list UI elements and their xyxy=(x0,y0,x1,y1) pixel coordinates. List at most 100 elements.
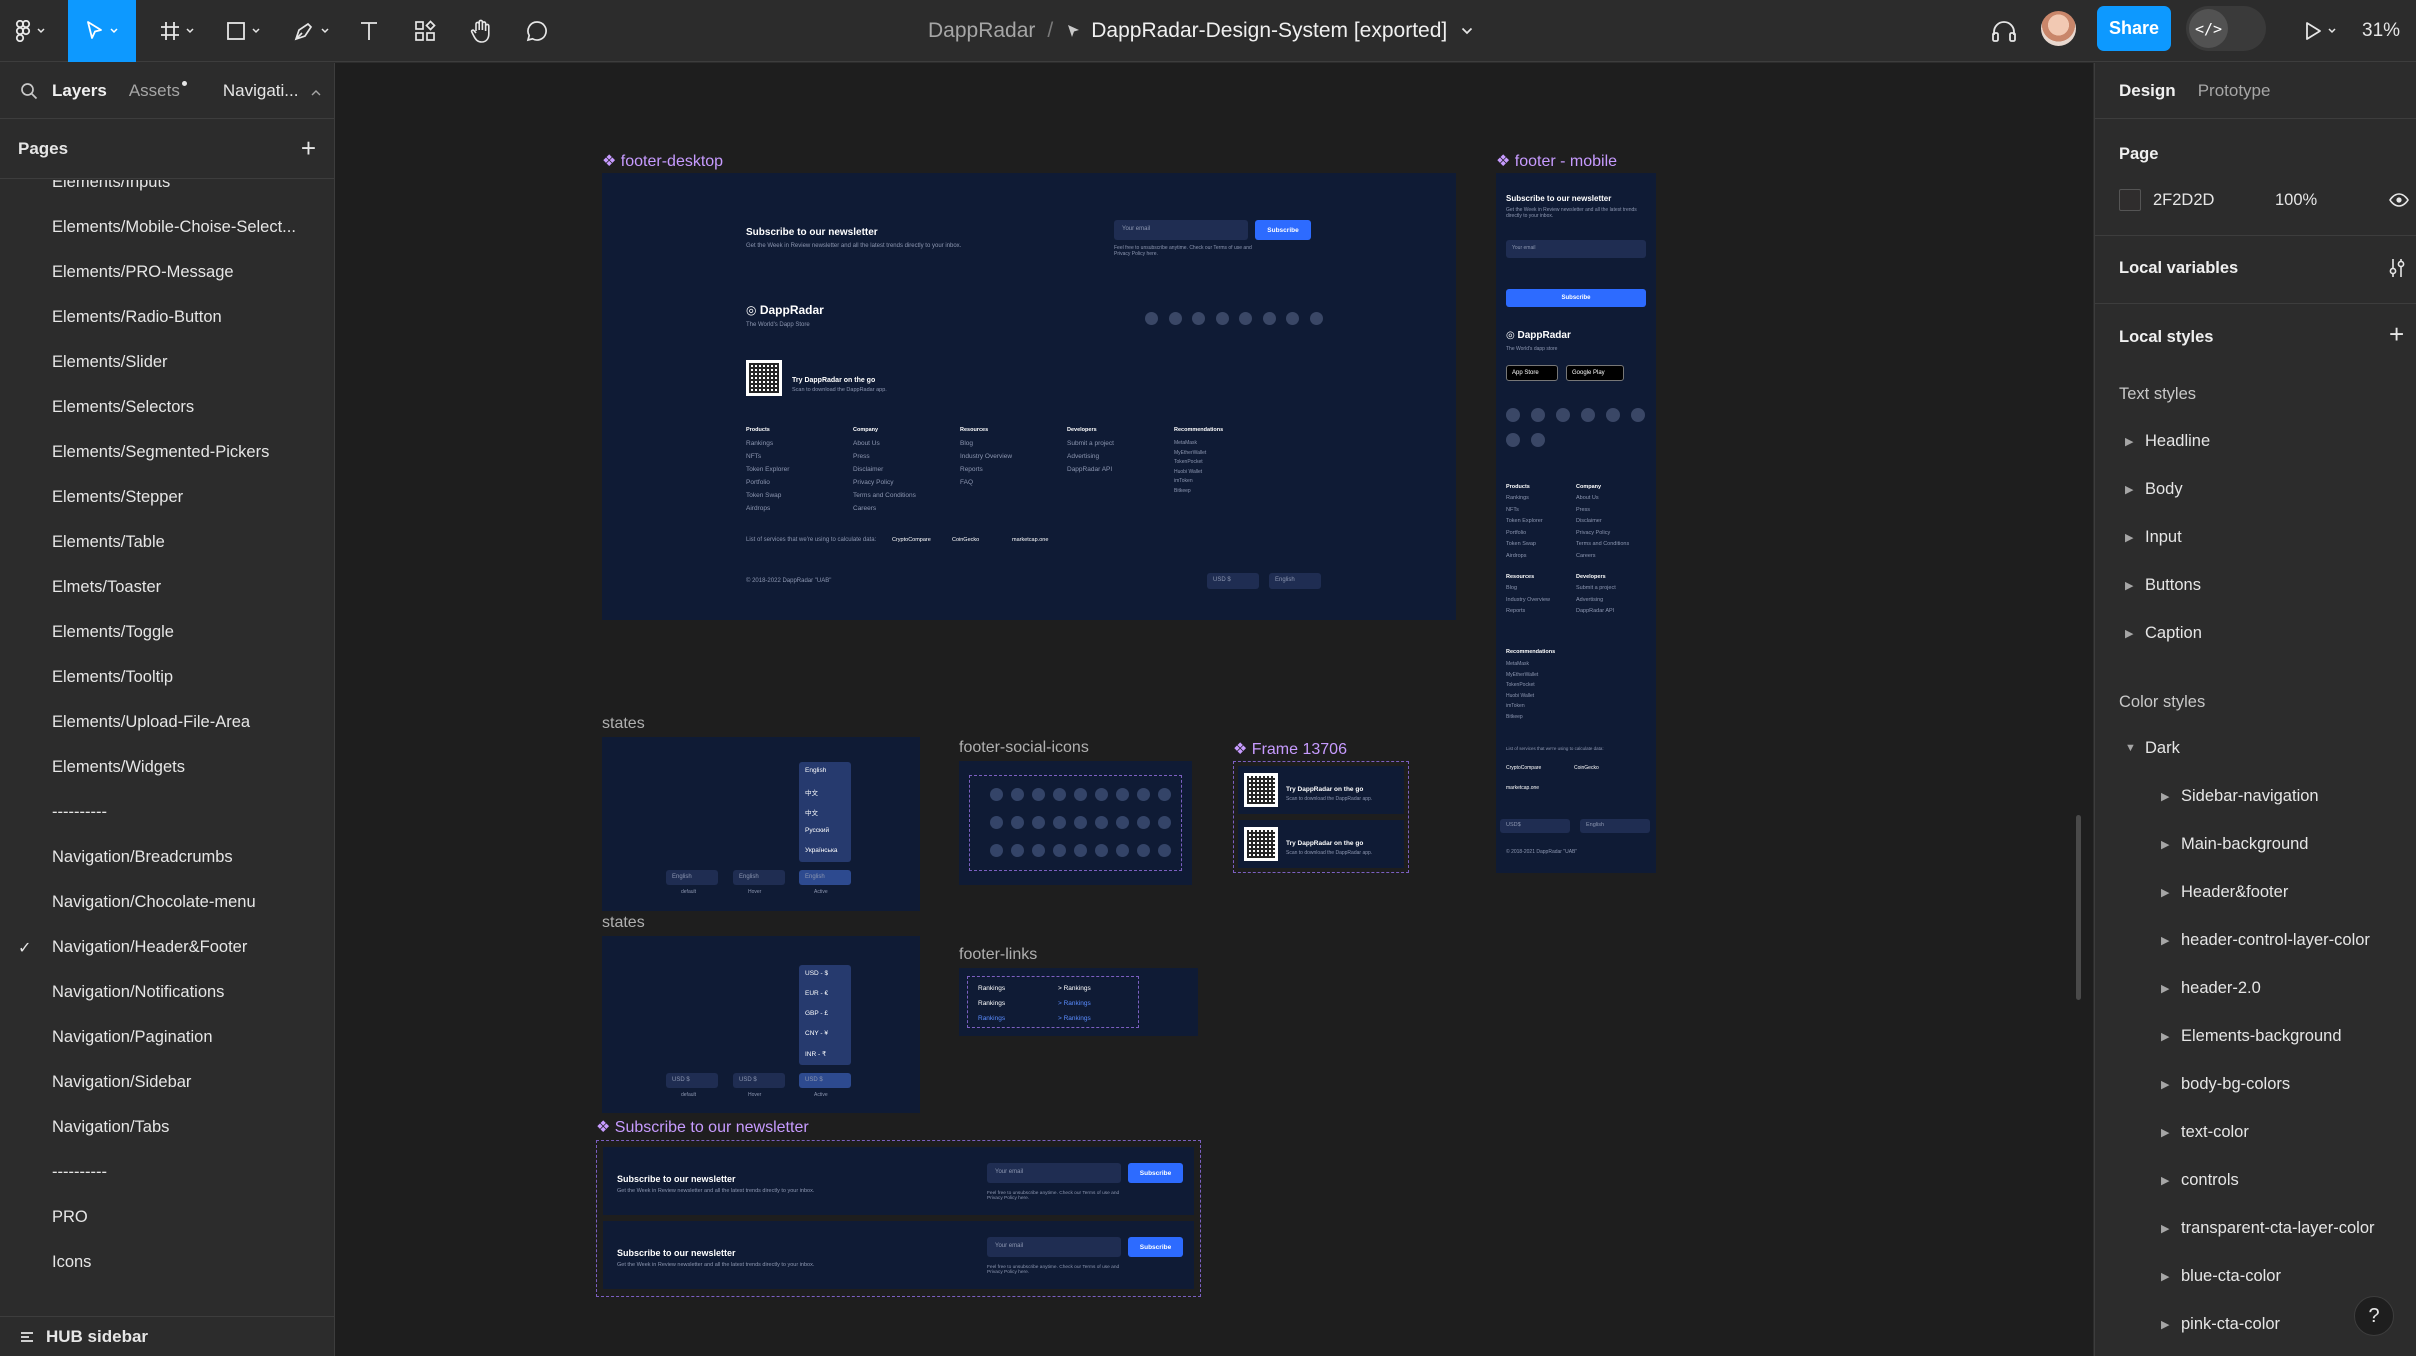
footer-link[interactable]: Reports xyxy=(1506,608,1525,614)
text-style-item[interactable]: ▶ Caption xyxy=(2119,618,2409,648)
page-list-item[interactable]: ---------- xyxy=(0,790,334,835)
footer-link[interactable]: Token Swap xyxy=(1506,541,1536,547)
dropdown-menu[interactable]: USD - $ EUR - € GBP - £ CNY - ¥ INR - ₹ xyxy=(799,965,851,1065)
page-list-item[interactable]: ---------- xyxy=(0,1150,334,1195)
add-style-icon[interactable]: + xyxy=(2389,319,2404,350)
page-list-item[interactable]: Navigation/Tabs xyxy=(0,1105,334,1150)
page-list-item[interactable]: Elements/Toggle xyxy=(0,610,334,655)
footer-link[interactable]: NFTs xyxy=(746,453,761,460)
subscribe-component-set[interactable]: Subscribe to our newsletter Get the Week … xyxy=(596,1140,1201,1297)
footer-link[interactable]: Rankings xyxy=(746,440,773,447)
canvas-scrollbar[interactable] xyxy=(2076,815,2081,1000)
color-style-item[interactable]: ▶ Elements-background xyxy=(2155,1021,2410,1051)
social-icon[interactable] xyxy=(1239,312,1252,325)
subscribe-variant[interactable]: Subscribe to our newsletter Get the Week … xyxy=(603,1221,1194,1289)
states-currency-frame[interactable]: USD - $ EUR - € GBP - £ CNY - ¥ INR - ₹ USD $… xyxy=(602,936,920,1113)
recommendation-link[interactable]: TokenPocket xyxy=(1506,682,1535,688)
dropdown-option[interactable]: CNY - ¥ xyxy=(805,1030,828,1037)
social-icon[interactable] xyxy=(1032,788,1045,801)
footer-link[interactable]: Submit a project xyxy=(1067,440,1114,447)
dropdown-option[interactable]: 中文 xyxy=(805,787,818,797)
state-select[interactable]: USD $ xyxy=(799,1073,851,1088)
page-list-item[interactable]: Elements/Inputs xyxy=(0,180,334,205)
frame-label-footer-desktop[interactable]: ❖ footer-desktop xyxy=(602,151,723,171)
frame-label-footer-mobile[interactable]: ❖ footer - mobile xyxy=(1496,151,1617,171)
color-style-item[interactable]: ▶ controls xyxy=(2155,1165,2410,1195)
page-list-item[interactable]: Elements/Slider xyxy=(0,340,334,385)
email-input[interactable]: Your email xyxy=(1114,220,1248,240)
footer-link[interactable]: Privacy Policy xyxy=(853,479,893,486)
footer-link[interactable]: Rankings xyxy=(978,1000,1005,1007)
color-style-item[interactable]: ▶ Header&footer xyxy=(2155,877,2410,907)
color-style-item[interactable]: ▶ body-bg-colors xyxy=(2155,1069,2410,1099)
color-style-item[interactable]: ▶ Sidebar-navigation xyxy=(2155,781,2410,811)
social-icon[interactable] xyxy=(1032,816,1045,829)
search-icon[interactable] xyxy=(20,82,38,100)
resources-tool-button[interactable] xyxy=(410,0,440,62)
dropdown-option[interactable]: 中文 xyxy=(805,807,818,817)
social-icon[interactable] xyxy=(1158,788,1171,801)
page-color-swatch[interactable] xyxy=(2119,189,2141,211)
social-icon[interactable] xyxy=(1192,312,1205,325)
file-name[interactable]: DappRadar-Design-System [exported] xyxy=(1091,19,1447,43)
dropdown-option[interactable]: English xyxy=(805,767,826,774)
color-group-dark[interactable]: ▼ Dark xyxy=(2119,733,2409,763)
recommendation-link[interactable]: imToken xyxy=(1506,703,1525,709)
recommendation-link[interactable]: Bitkeep xyxy=(1506,714,1523,720)
social-icon[interactable] xyxy=(1095,816,1108,829)
footer-link[interactable]: Portfolio xyxy=(1506,530,1526,536)
state-select[interactable]: USD $ xyxy=(666,1073,718,1088)
footer-link[interactable]: Press xyxy=(1576,507,1590,513)
subscribe-button[interactable]: Subscribe xyxy=(1255,220,1311,240)
footer-link[interactable]: Advertising xyxy=(1576,597,1603,603)
page-list-item[interactable]: ✓ Navigation/Header&Footer xyxy=(0,925,334,970)
footer-link[interactable]: Careers xyxy=(1576,553,1596,559)
footer-link[interactable]: Airdrops xyxy=(746,505,770,512)
subscribe-button[interactable]: Subscribe xyxy=(1128,1237,1183,1257)
subscribe-button[interactable]: Subscribe xyxy=(1506,289,1646,307)
footer-link[interactable]: Advertising xyxy=(1067,453,1099,460)
page-list-item[interactable]: Navigation/Sidebar xyxy=(0,1060,334,1105)
social-icon[interactable] xyxy=(1095,788,1108,801)
color-style-item[interactable]: ▶ Main-background xyxy=(2155,829,2410,859)
layer-row-hub-sidebar[interactable]: HUB sidebar xyxy=(0,1316,334,1356)
app-promo-variant[interactable]: Try DappRadar on the go Scan to download… xyxy=(1238,820,1404,868)
frame-label-footer-social-icons[interactable]: footer-social-icons xyxy=(959,739,1089,757)
social-icon[interactable] xyxy=(1011,788,1024,801)
footer-link-hover[interactable]: > Rankings xyxy=(1058,985,1091,992)
color-style-item[interactable]: ▶ header-control-layer-color xyxy=(2155,925,2410,955)
social-icon[interactable] xyxy=(1286,312,1299,325)
footer-link[interactable]: Token Explorer xyxy=(746,466,789,473)
footer-link[interactable]: Submit a project xyxy=(1576,585,1616,591)
social-icon[interactable] xyxy=(1116,844,1129,857)
page-list-item[interactable]: Elements/Widgets xyxy=(0,745,334,790)
state-select[interactable]: English xyxy=(799,870,851,885)
social-icon[interactable] xyxy=(1095,844,1108,857)
frame-label-footer-links[interactable]: footer-links xyxy=(959,946,1037,964)
page-list-item[interactable]: Navigation/Breadcrumbs xyxy=(0,835,334,880)
dropdown-option[interactable]: USD - $ xyxy=(805,970,828,977)
footer-link-hover[interactable]: > Rankings xyxy=(1058,1015,1091,1022)
footer-link[interactable]: Privacy Policy xyxy=(1576,530,1610,536)
footer-link[interactable]: Rankings xyxy=(1506,495,1529,501)
state-select[interactable]: English xyxy=(733,870,785,885)
shape-tool-button[interactable] xyxy=(218,0,268,62)
text-style-item[interactable]: ▶ Buttons xyxy=(2119,570,2409,600)
social-icon[interactable] xyxy=(1053,788,1066,801)
footer-link[interactable]: TokenPocket xyxy=(1174,459,1203,465)
audio-button[interactable] xyxy=(1988,0,2020,62)
social-icon[interactable] xyxy=(1074,816,1087,829)
social-icon[interactable] xyxy=(1074,788,1087,801)
social-icon[interactable] xyxy=(1506,408,1520,422)
present-button[interactable] xyxy=(2296,0,2344,62)
tab-design[interactable]: Design xyxy=(2119,81,2176,101)
page-list-item[interactable]: Icons xyxy=(0,1240,334,1280)
dropdown-option[interactable]: GBP - £ xyxy=(805,1010,828,1017)
share-button[interactable]: Share xyxy=(2097,6,2171,51)
page-list-item[interactable]: Elements/Selectors xyxy=(0,385,334,430)
social-icon[interactable] xyxy=(1116,788,1129,801)
currency-select[interactable]: USD$ xyxy=(1500,819,1570,833)
color-style-item[interactable]: ▶ header-2.0 xyxy=(2155,973,2410,1003)
pen-tool-button[interactable] xyxy=(286,0,336,62)
social-icon[interactable] xyxy=(1606,408,1620,422)
